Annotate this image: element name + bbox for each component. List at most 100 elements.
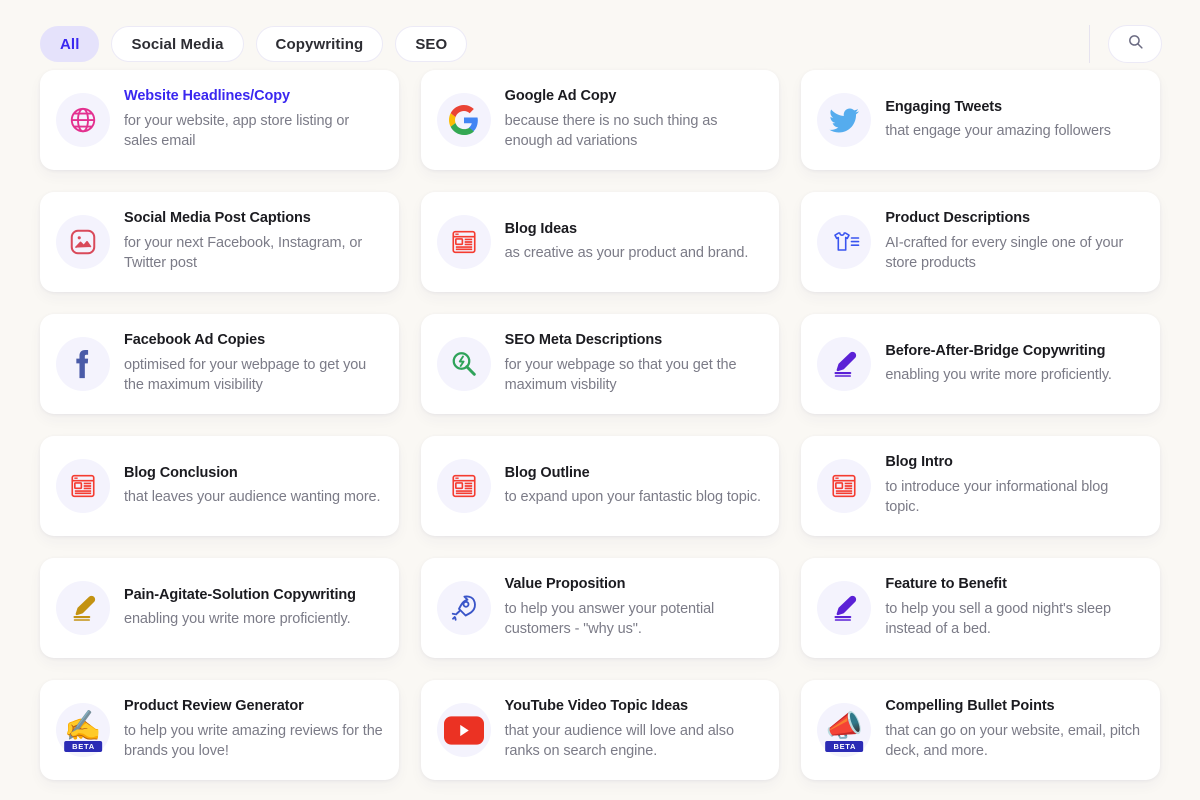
card-description: enabling you write more proficiently. bbox=[124, 610, 351, 627]
search-button[interactable] bbox=[1108, 25, 1162, 63]
filter-chip-all[interactable]: All bbox=[40, 26, 100, 62]
card-text: Product Review Generator to help you writ… bbox=[124, 698, 383, 762]
globe-icon bbox=[56, 93, 110, 147]
card-title: Social Media Post Captions bbox=[124, 210, 311, 227]
newspaper-icon bbox=[56, 459, 110, 513]
image-icon bbox=[56, 215, 110, 269]
card-title: Product Descriptions bbox=[885, 210, 1030, 227]
card-title: Before-After-Bridge Copywriting bbox=[885, 342, 1106, 359]
newspaper-icon bbox=[436, 215, 491, 269]
card-title: Product Review Generator bbox=[124, 698, 304, 715]
card-text: SEO Meta Descriptions for your webpage so… bbox=[505, 332, 764, 396]
template-card[interactable]: Pain-Agitate-Solution Copywriting enablin… bbox=[40, 558, 399, 658]
card-title: Feature to Benefit bbox=[885, 576, 1007, 593]
card-text: Blog Outline to expand upon your fantasti… bbox=[505, 465, 761, 508]
card-title: Compelling Bullet Points bbox=[885, 698, 1055, 715]
filter-chip-seo[interactable]: SEO bbox=[395, 26, 468, 62]
card-title: Engaging Tweets bbox=[885, 98, 1002, 115]
template-card[interactable]: ✍️ BETA Product Review Generator to help yo… bbox=[40, 680, 399, 780]
filter-chip-social-media[interactable]: Social Media bbox=[111, 26, 244, 62]
twitter-bird-icon bbox=[817, 93, 872, 147]
card-text: Value Proposition to help you answer your… bbox=[505, 576, 764, 640]
card-text: Blog Intro to introduce your informationa… bbox=[885, 454, 1144, 518]
card-text: Social Media Post Captions for your next … bbox=[124, 210, 383, 274]
card-title: Google Ad Copy bbox=[504, 88, 617, 105]
search-zone bbox=[1089, 25, 1176, 63]
toolbar-divider bbox=[1089, 25, 1090, 63]
rocket-icon bbox=[436, 581, 491, 635]
card-description: for your website, app store listing or s… bbox=[124, 112, 350, 150]
card-description: for your next Facebook, Instagram, or Tw… bbox=[124, 234, 363, 272]
card-description: enabling you write more proficiently. bbox=[885, 366, 1112, 383]
template-card[interactable]: YouTube Video Topic Ideas that your audie… bbox=[420, 680, 780, 780]
card-text: Pain-Agitate-Solution Copywriting enablin… bbox=[124, 587, 356, 630]
seo-magnifier-icon bbox=[436, 337, 491, 391]
card-text: YouTube Video Topic Ideas that your audie… bbox=[505, 698, 764, 762]
card-title: SEO Meta Descriptions bbox=[504, 332, 663, 349]
filter-chip-label: SEO bbox=[415, 35, 448, 53]
card-text: Facebook Ad Copies optimised for your web… bbox=[124, 332, 383, 396]
beta-badge: BETA bbox=[825, 740, 864, 752]
newspaper-icon bbox=[817, 459, 872, 513]
filter-chip-label: All bbox=[60, 35, 80, 53]
card-description: as creative as your product and brand. bbox=[504, 244, 749, 261]
template-card[interactable]: Feature to Benefit to help you sell a goo… bbox=[801, 558, 1160, 658]
card-text: Feature to Benefit to help you sell a goo… bbox=[885, 576, 1144, 640]
template-card[interactable]: 📣 BETA Compelling Bullet Points that can go… bbox=[801, 680, 1160, 780]
pen-purple-icon bbox=[817, 337, 872, 391]
template-card[interactable]: Social Media Post Captions for your next … bbox=[40, 192, 399, 292]
facebook-f-icon bbox=[56, 337, 110, 391]
card-text: Blog Ideas as creative as your product an… bbox=[505, 221, 749, 264]
pen-purple-icon bbox=[817, 581, 872, 635]
template-card[interactable]: Before-After-Bridge Copywriting enabling … bbox=[801, 314, 1160, 414]
card-description: that leaves your audience wanting more. bbox=[124, 488, 381, 505]
card-title: YouTube Video Topic Ideas bbox=[504, 698, 688, 715]
card-description: to expand upon your fantastic blog topic… bbox=[504, 488, 761, 505]
template-card[interactable]: Engaging Tweets that engage your amazing … bbox=[801, 70, 1160, 170]
card-description: optimised for your webpage to get you th… bbox=[124, 356, 367, 394]
template-card[interactable]: SEO Meta Descriptions for your webpage so… bbox=[420, 314, 780, 414]
card-text: Blog Conclusion that leaves your audience… bbox=[124, 465, 381, 508]
card-text: Website Headlines/Copy for your website, … bbox=[124, 88, 383, 152]
template-card[interactable]: Product Descriptions AI-crafted for every… bbox=[801, 192, 1160, 292]
card-description: to help you sell a good night's sleep in… bbox=[885, 600, 1111, 638]
template-card[interactable]: Website Headlines/Copy for your website, … bbox=[40, 70, 399, 170]
filter-chip-label: Social Media bbox=[131, 35, 224, 53]
template-card-grid: Website Headlines/Copy for your website, … bbox=[0, 70, 1200, 780]
card-description: AI-crafted for every single one of your … bbox=[885, 234, 1124, 272]
card-description: because there is no such thing as enough… bbox=[504, 112, 718, 150]
filter-chip-label: Copywriting bbox=[275, 35, 364, 53]
filter-chip-copywriting[interactable]: Copywriting bbox=[255, 26, 384, 62]
template-card[interactable]: Blog Conclusion that leaves your audience… bbox=[40, 436, 399, 536]
pen-gold-icon bbox=[56, 581, 110, 635]
youtube-icon bbox=[436, 703, 491, 757]
card-description: to help you write amazing reviews for th… bbox=[124, 722, 383, 760]
writing-hand-emoji-icon: ✍️ BETA bbox=[56, 703, 110, 757]
card-title: Blog Ideas bbox=[504, 220, 577, 237]
google-g-icon bbox=[436, 93, 491, 147]
filter-chip-group: All Social Media Copywriting SEO bbox=[40, 26, 1089, 62]
search-icon bbox=[1127, 33, 1144, 55]
card-text: Before-After-Bridge Copywriting enabling … bbox=[885, 343, 1112, 386]
megaphone-emoji-icon: 📣 BETA bbox=[817, 703, 872, 757]
newspaper-icon bbox=[436, 459, 491, 513]
card-description: that engage your amazing followers bbox=[885, 122, 1111, 139]
card-description: that can go on your website, email, pitc… bbox=[885, 722, 1140, 760]
tshirt-list-icon bbox=[817, 215, 872, 269]
template-card[interactable]: Value Proposition to help you answer your… bbox=[420, 558, 780, 658]
card-title: Facebook Ad Copies bbox=[124, 332, 266, 349]
card-text: Engaging Tweets that engage your amazing … bbox=[885, 99, 1111, 142]
card-description: to introduce your informational blog top… bbox=[885, 478, 1109, 516]
card-title: Pain-Agitate-Solution Copywriting bbox=[124, 586, 356, 603]
template-card[interactable]: Google Ad Copy because there is no such t… bbox=[420, 70, 780, 170]
template-card[interactable]: Blog Outline to expand upon your fantasti… bbox=[420, 436, 780, 536]
template-card[interactable]: Blog Intro to introduce your informationa… bbox=[801, 436, 1160, 536]
template-card[interactable]: Blog Ideas as creative as your product an… bbox=[420, 192, 780, 292]
card-text: Compelling Bullet Points that can go on y… bbox=[885, 698, 1144, 762]
card-description: that your audience will love and also ra… bbox=[504, 722, 734, 760]
template-card[interactable]: Facebook Ad Copies optimised for your web… bbox=[40, 314, 399, 414]
card-description: to help you answer your potential custom… bbox=[504, 600, 715, 638]
card-title: Blog Intro bbox=[885, 454, 953, 471]
card-text: Google Ad Copy because there is no such t… bbox=[505, 88, 764, 152]
card-title: Website Headlines/Copy bbox=[124, 88, 290, 105]
